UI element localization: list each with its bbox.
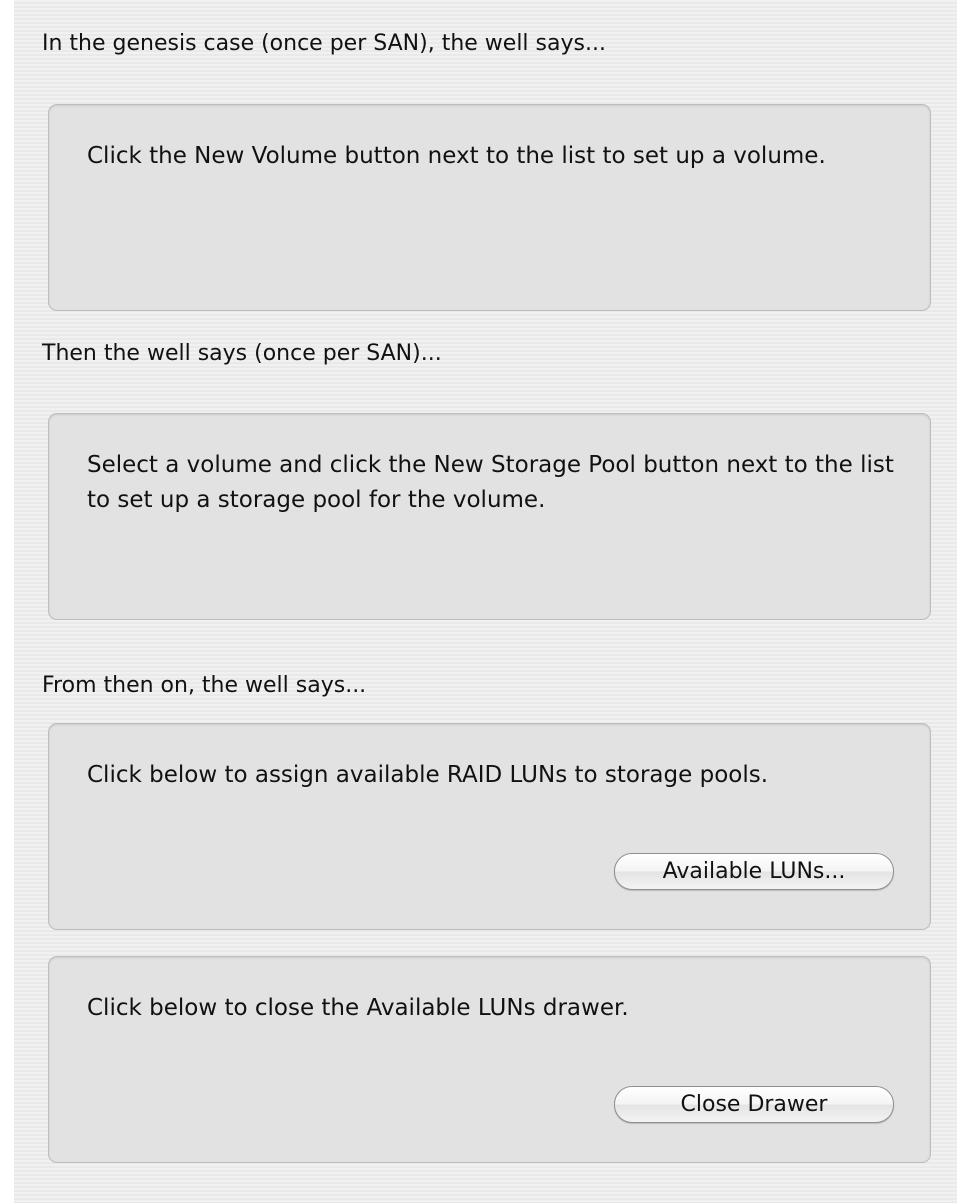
genesis-caption: In the genesis case (once per SAN), the … <box>42 31 606 56</box>
close-drawer-button[interactable]: Close Drawer <box>614 1086 894 1123</box>
assign-luns-text: Click below to assign available RAID LUN… <box>87 762 769 788</box>
close-drawer-text: Click below to close the Available LUNs … <box>87 995 629 1021</box>
from-then-on-caption: From then on, the well says... <box>42 673 367 698</box>
close-drawer-well: Click below to close the Available LUNs … <box>48 956 931 1163</box>
genesis-well-text: Click the New Volume button next to the … <box>87 143 826 169</box>
assign-luns-well: Click below to assign available RAID LUN… <box>48 723 931 930</box>
window-content: In the genesis case (once per SAN), the … <box>14 0 957 1203</box>
then-well-text: Select a volume and click the New Storag… <box>87 452 894 513</box>
then-well: Select a volume and click the New Storag… <box>48 413 931 620</box>
available-luns-button[interactable]: Available LUNs... <box>614 853 894 890</box>
genesis-well: Click the New Volume button next to the … <box>48 104 931 311</box>
then-caption: Then the well says (once per SAN)... <box>42 341 442 366</box>
